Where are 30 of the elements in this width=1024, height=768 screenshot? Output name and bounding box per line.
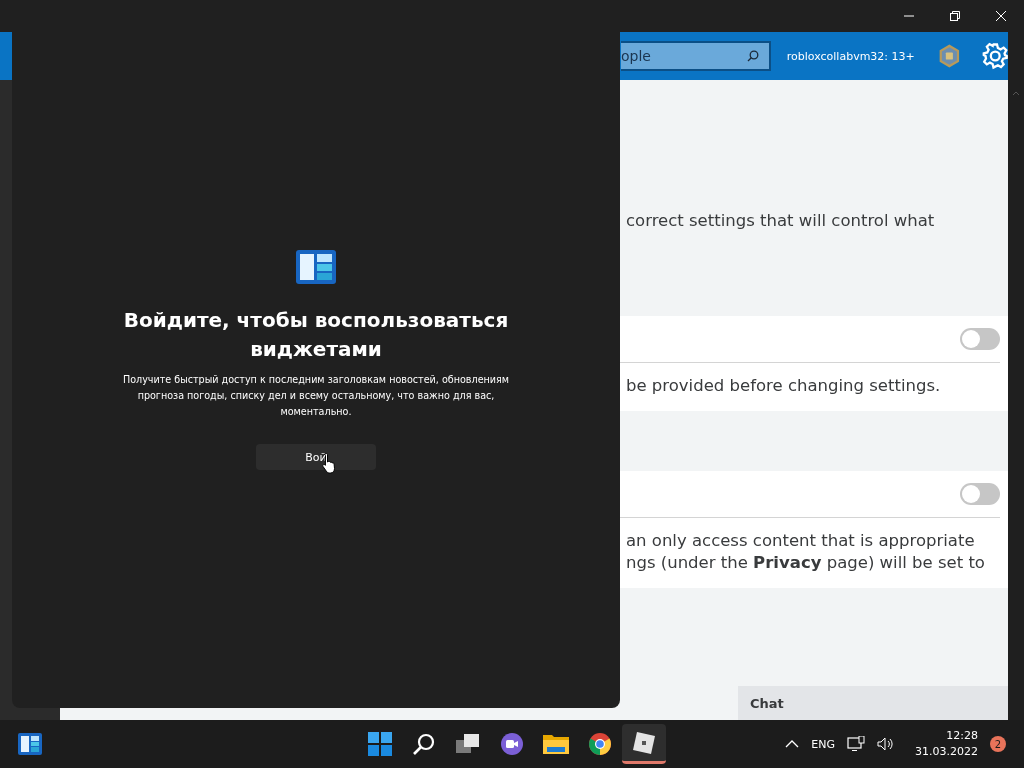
language-indicator[interactable]: ENG bbox=[811, 737, 835, 751]
widgets-icon[interactable] bbox=[18, 733, 42, 755]
settings-icon[interactable] bbox=[981, 41, 1008, 71]
notification-badge[interactable]: 2 bbox=[990, 736, 1006, 752]
volume-icon[interactable] bbox=[877, 736, 895, 752]
app-button[interactable] bbox=[622, 724, 666, 764]
search-field[interactable]: ople bbox=[621, 41, 771, 71]
setting-description: an only access content that is appropriate ngs (under the Privacy page) will be set to bbox=[626, 530, 985, 574]
video-camera-icon bbox=[500, 732, 524, 756]
folder-icon bbox=[543, 733, 569, 755]
panel-description: Получите быстрый доступ к последним заголовкам новостей, обновлениям прогноза погоды, списку дел и всему остальному, что важно для вас, моментально. bbox=[121, 373, 511, 419]
windows-stack-icon bbox=[456, 733, 480, 755]
search-icon bbox=[412, 732, 436, 756]
restore-icon bbox=[949, 10, 961, 22]
browser-icon bbox=[588, 732, 612, 756]
clock-date[interactable]: 31.03.2022 bbox=[915, 744, 978, 760]
intro-text: correct settings that will control what bbox=[626, 210, 935, 232]
widgets-icon bbox=[296, 250, 336, 284]
username-label[interactable]: robloxcollabvm32: 13+ bbox=[786, 49, 915, 63]
clock-time[interactable]: 12:28 bbox=[946, 728, 978, 744]
setting-description: be provided before changing settings. bbox=[626, 375, 941, 397]
network-icon[interactable] bbox=[847, 736, 865, 752]
chevron-up-icon[interactable] bbox=[785, 739, 800, 749]
chat-bar[interactable]: Chat bbox=[738, 686, 1008, 720]
close-icon bbox=[995, 10, 1007, 22]
search-icon bbox=[746, 50, 759, 62]
toggle-switch[interactable] bbox=[960, 328, 1000, 350]
windows-icon bbox=[368, 732, 392, 756]
panel-title: Войдите, чтобы воспользоваться виджетами bbox=[122, 307, 510, 363]
toggle-switch[interactable] bbox=[960, 483, 1000, 505]
